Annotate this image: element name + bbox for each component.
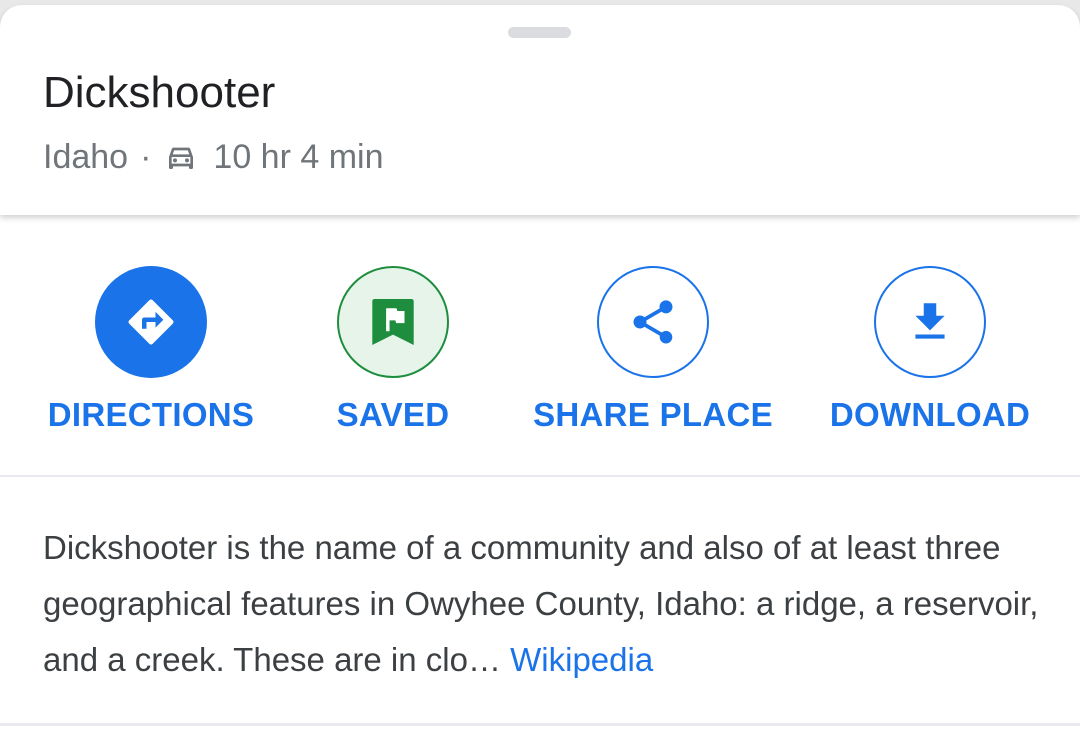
bottom-divider [0,723,1080,726]
download-button[interactable]: DOWNLOAD [825,266,1035,435]
saved-label: SAVED [336,396,450,433]
travel-time: 10 hr 4 min [213,137,384,176]
section-divider [0,475,1080,477]
share-button-circle[interactable] [597,266,709,378]
download-icon [915,303,945,339]
separator-dot: · [140,137,152,176]
directions-button[interactable]: DIRECTIONS [44,266,258,435]
download-label: DOWNLOAD [829,396,1031,433]
car-icon [169,147,194,169]
download-button-circle[interactable] [874,266,986,378]
directions-label: DIRECTIONS [47,396,255,433]
drag-handle[interactable] [508,27,571,38]
place-subtitle: Idaho · 10 hr 4 min [43,134,384,180]
flag-icon [372,299,414,345]
share-place-label: SHARE PLACE [533,396,773,433]
place-header: Dickshooter Idaho · 10 hr 4 min [0,5,1080,215]
saved-button[interactable]: SAVED [326,266,460,435]
wikipedia-link[interactable]: Wikipedia [510,641,653,678]
place-details: DIRECTIONS SAVED SHARE PLACE DOWNLOAD Di… [0,215,1080,733]
share-place-button[interactable]: SHARE PLACE [530,266,776,435]
share-icon [633,300,673,344]
saved-button-circle[interactable] [337,266,449,378]
directions-button-circle[interactable] [95,266,207,378]
place-description: Dickshooter is the name of a community a… [43,520,1043,688]
place-title: Dickshooter [43,68,276,117]
action-bar: DIRECTIONS SAVED SHARE PLACE DOWNLOAD [0,215,1080,475]
place-region: Idaho [43,137,129,176]
directions-icon [128,299,174,345]
